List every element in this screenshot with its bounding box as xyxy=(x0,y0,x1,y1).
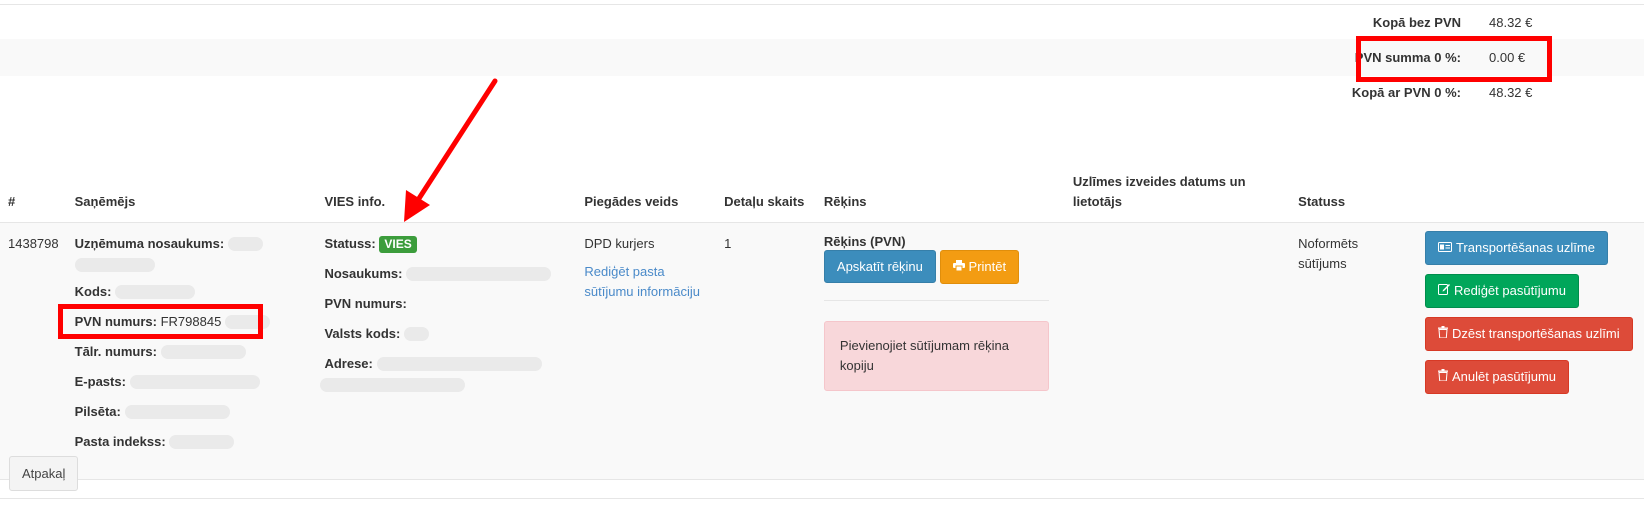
summary-gross-value: 48.32 € xyxy=(1489,85,1533,100)
delete-label-button[interactable]: Dzēst transportēšanas uzlīmi xyxy=(1424,316,1633,351)
back-button[interactable]: Atpakaļ xyxy=(9,456,79,491)
summary-gross-row: Kopā ar PVN 0 %: 48.32 € xyxy=(0,76,1644,113)
cell-status: Noformēts sūtījums xyxy=(1290,222,1417,480)
delivery-method: DPD kurjers xyxy=(584,235,655,251)
header-parts: Detaļu skaits xyxy=(716,168,816,223)
vies-status-label: Statuss: xyxy=(324,235,376,251)
print-icon xyxy=(952,259,965,276)
redacted-value xyxy=(74,257,155,272)
cell-actions: Transportēšanas uzlīme Rediģēt pasūtījum… xyxy=(1416,222,1644,480)
edit-order-text: Rediģēt pasūtījumu xyxy=(1453,282,1566,298)
redacted-value xyxy=(403,327,429,342)
recipient-postal: Pasta indekss: xyxy=(75,432,309,452)
redacted-value xyxy=(320,377,466,392)
vies-address: Adrese: xyxy=(320,354,568,392)
vies-vat: PVN numurs: xyxy=(324,294,568,314)
redacted-value xyxy=(129,375,260,390)
redacted-value xyxy=(124,405,230,420)
redacted-value xyxy=(224,315,270,330)
cancel-order-button[interactable]: Anulēt pasūtījumu xyxy=(1424,359,1570,394)
recipient-vat: PVN numurs: FR798845 xyxy=(75,312,309,332)
summary-net-label: Kopā bez PVN xyxy=(1372,15,1461,30)
delete-label-text: Dzēst transportēšanas uzlīmi xyxy=(1451,325,1620,341)
header-delivery: Piegādes veids xyxy=(576,168,717,223)
trash-icon xyxy=(1437,368,1448,386)
view-invoice-label: Apskatīt rēķinu xyxy=(836,258,923,274)
recipient-email-label: E-pasts: xyxy=(74,373,126,389)
invoice-title: Rēķins (PVN) xyxy=(823,233,906,249)
cell-id: 1438798 xyxy=(0,222,67,480)
view-invoice-button[interactable]: Apskatīt rēķinu xyxy=(823,249,936,283)
cell-vies: Statuss: VIES Nosaukums: PVN numurs: Val… xyxy=(316,222,577,480)
cell-invoice: Rēķins (PVN) Apskatīt rēķinu Printēt Pie… xyxy=(815,222,1065,480)
header-invoice: Rēķins xyxy=(815,168,1065,223)
recipient-vat-label: PVN numurs: xyxy=(74,313,157,329)
table-row: 1438798 Uzņēmuma nosaukums: Kods: PVN nu… xyxy=(0,222,1644,480)
vies-address-label: Adrese: xyxy=(324,355,373,371)
vies-country: Valsts kods: xyxy=(324,324,568,344)
shipments-table: # Saņēmējs VIES info. Piegādes veids Det… xyxy=(0,168,1644,480)
redacted-value xyxy=(115,285,196,300)
cell-delivery: DPD kurjers Rediģēt pasta sūtījumu infor… xyxy=(576,222,717,480)
recipient-phone: Tālr. numurs: xyxy=(75,342,309,362)
recipient-vat-value: FR798845 xyxy=(160,313,222,329)
redacted-value xyxy=(169,435,235,450)
header-id: # xyxy=(0,168,67,223)
redacted-value xyxy=(227,237,263,252)
recipient-phone-label: Tālr. numurs: xyxy=(74,343,157,359)
vies-vat-label: PVN numurs: xyxy=(324,295,407,311)
cancel-order-text: Anulēt pasūtījumu xyxy=(1451,368,1557,384)
cell-recipient: Uzņēmuma nosaukums: Kods: PVN numurs: FR… xyxy=(66,222,317,480)
summary-vat-label: PVN summa 0 %: xyxy=(1354,50,1461,65)
bottom-divider xyxy=(0,498,1644,499)
table-header-row: # Saņēmējs VIES info. Piegādes veids Det… xyxy=(0,168,1644,223)
id-card-icon xyxy=(1437,240,1452,257)
cell-label-date xyxy=(1064,222,1291,480)
recipient-city: Pilsēta: xyxy=(75,402,309,422)
header-vies: VIES info. xyxy=(316,168,577,223)
redacted-value xyxy=(160,345,246,360)
edit-icon xyxy=(1437,283,1450,300)
recipient-code-label: Kods: xyxy=(74,283,112,299)
invoice-copy-alert: Pievienojiet sūtījumam rēķina kopiju xyxy=(823,320,1049,391)
header-recipient: Saņēmējs xyxy=(66,168,317,223)
summary-net-value: 48.32 € xyxy=(1489,15,1533,30)
header-label-date: Uzlīmes izveides datums un lietotājs xyxy=(1064,168,1291,223)
invoice-divider xyxy=(823,299,1049,301)
header-status: Statuss xyxy=(1290,168,1417,223)
redacted-value xyxy=(376,357,542,372)
back-button-label: Atpakaļ xyxy=(22,466,66,481)
vies-name-label: Nosaukums: xyxy=(324,265,403,281)
summary-net-row: Kopā bez PVN 48.32 € xyxy=(0,5,1644,42)
summary-vat-value: 0.00 € xyxy=(1489,50,1526,65)
cell-parts-count: 1 xyxy=(716,222,816,480)
print-invoice-button[interactable]: Printēt xyxy=(939,249,1020,284)
trash-icon xyxy=(1437,325,1448,343)
recipient-code: Kods: xyxy=(75,282,309,302)
vies-status: Statuss: VIES xyxy=(324,234,568,254)
transport-label-button[interactable]: Transportēšanas uzlīme xyxy=(1424,230,1608,265)
recipient-company: Uzņēmuma nosaukums: xyxy=(74,234,309,272)
vies-country-label: Valsts kods: xyxy=(324,325,401,341)
vies-status-badge: VIES xyxy=(379,235,417,253)
print-label: Printēt xyxy=(968,258,1007,274)
summary-vat-row: PVN summa 0 %: 0.00 € xyxy=(0,39,1644,76)
header-actions xyxy=(1416,168,1644,223)
recipient-city-label: Pilsēta: xyxy=(74,403,121,419)
recipient-email: E-pasts: xyxy=(75,372,309,392)
transport-label-text: Transportēšanas uzlīme xyxy=(1455,239,1595,255)
recipient-postal-label: Pasta indekss: xyxy=(74,433,166,449)
edit-shipment-info-link[interactable]: Rediģēt pasta sūtījumu informāciju xyxy=(584,264,700,299)
recipient-company-label: Uzņēmuma nosaukums: xyxy=(74,235,225,251)
summary-gross-label: Kopā ar PVN 0 %: xyxy=(1351,85,1461,100)
redacted-value xyxy=(406,267,552,282)
vies-name: Nosaukums: xyxy=(324,264,568,284)
edit-order-button[interactable]: Rediģēt pasūtījumu xyxy=(1424,273,1579,308)
